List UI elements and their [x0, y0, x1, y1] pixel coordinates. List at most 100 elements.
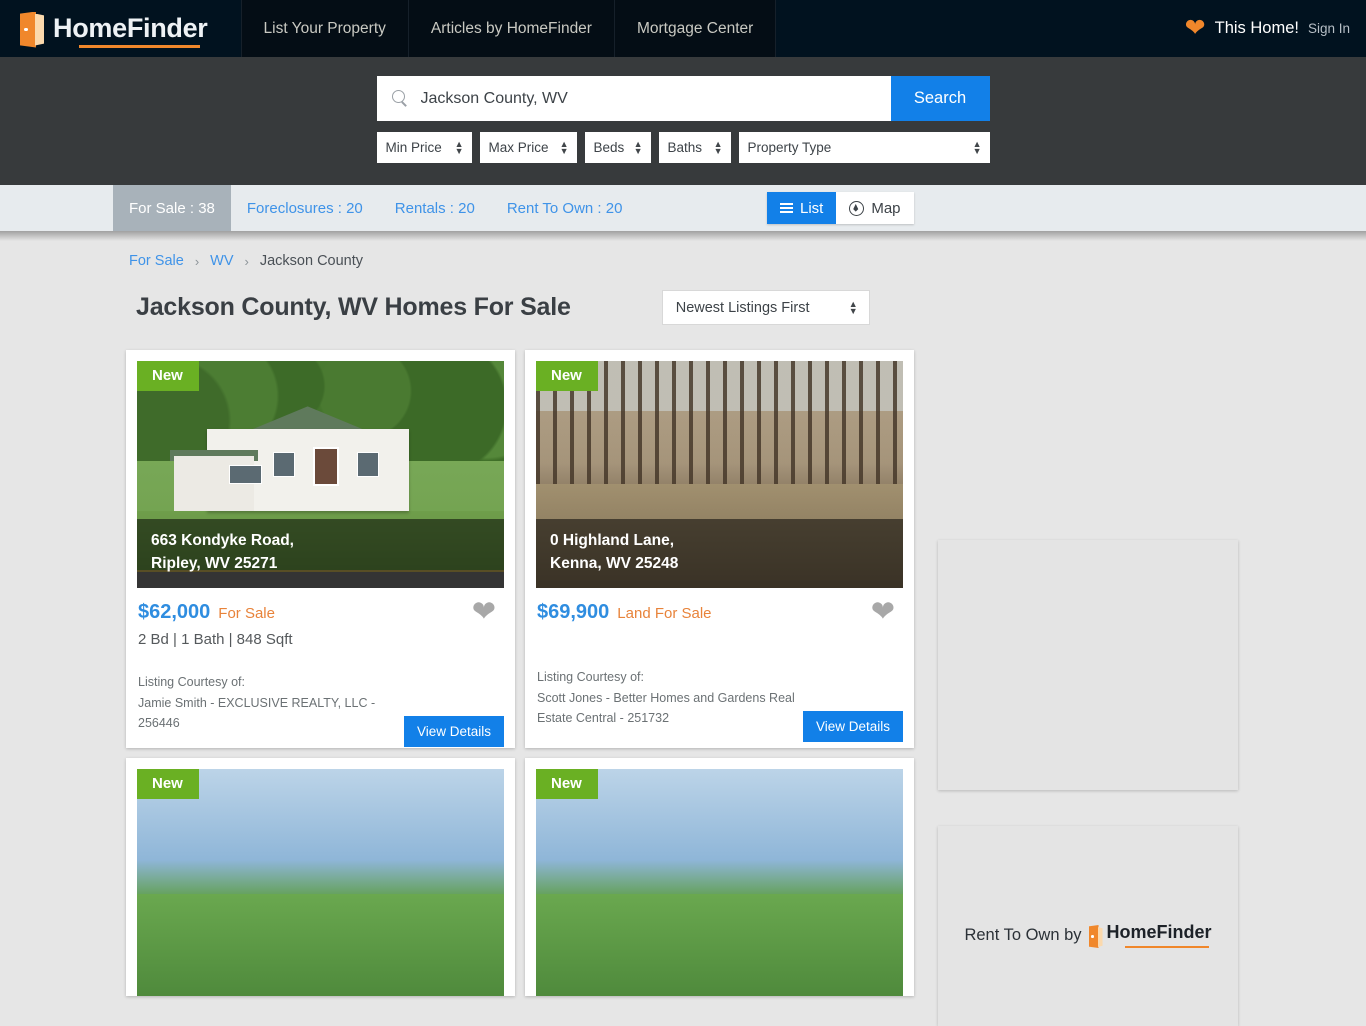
map-view-button[interactable]: Map — [836, 192, 914, 224]
filter-baths[interactable]: Baths ▲ ▼ — [658, 132, 731, 163]
search-row: Search — [376, 76, 990, 121]
main-navigation: List Your Property Articles by HomeFinde… — [240, 0, 777, 57]
listing-address-line1: 663 Kondyke Road, — [151, 532, 294, 550]
filter-max-price[interactable]: Max Price ▲ ▼ — [479, 132, 577, 163]
tab-rent-to-own[interactable]: Rent To Own : 20 — [491, 185, 639, 231]
breadcrumb-item-jackson-county: Jackson County — [259, 253, 364, 269]
property-photo-sky — [536, 768, 903, 996]
listing-specs: 2 Bd | 1 Bath | 848 Sqft — [138, 631, 293, 648]
property-photo-sky — [137, 768, 504, 996]
favorite-heart-icon[interactable]: ❤ — [871, 598, 895, 627]
rent-to-own-brand: HomeFinder — [1106, 922, 1212, 942]
listing-card[interactable]: New 0 Highland Lane, Kenna, WV 25248 $69… — [525, 350, 914, 748]
new-badge: New — [137, 768, 199, 799]
filter-property-type[interactable]: Property Type ▲ ▼ — [738, 132, 990, 163]
brand-underline — [79, 44, 200, 48]
filter-min-price-label: Min Price — [385, 140, 442, 155]
advertisement-placeholder — [938, 540, 1238, 790]
listing-photo[interactable]: New — [137, 768, 504, 996]
filter-min-price[interactable]: Min Price ▲ ▼ — [376, 132, 472, 163]
hamburger-icon — [780, 202, 793, 214]
listing-courtesy: Listing Courtesy of: Scott Jones - Bette… — [537, 667, 809, 729]
listing-photo[interactable]: New 663 Kondyke Road, Ripley, WV 25271 — [137, 361, 504, 588]
door-logo-icon — [20, 10, 44, 48]
listing-price-line: $69,900 Land For Sale — [537, 601, 902, 624]
filter-beds[interactable]: Beds ▲ ▼ — [584, 132, 651, 163]
courtesy-label: Listing Courtesy of: — [138, 675, 245, 689]
breadcrumb: For Sale › WV › Jackson County — [0, 231, 1366, 269]
chevron-updown-icon: ▲ ▼ — [454, 138, 464, 156]
rent-to-own-panel[interactable]: Rent To Own by HomeFinder — [938, 826, 1238, 1026]
rent-to-own-prefix: Rent To Own by — [964, 926, 1082, 944]
listing-card[interactable]: New — [525, 757, 914, 996]
list-view-label: List — [800, 199, 824, 217]
filter-max-price-label: Max Price — [488, 140, 549, 155]
view-details-button[interactable]: View Details — [403, 715, 504, 747]
listing-address: 0 Highland Lane, Kenna, WV 25248 — [536, 519, 903, 588]
brand-name: HomeFinder — [53, 12, 208, 43]
nav-item-mortgage-center[interactable]: Mortgage Center — [614, 0, 777, 57]
filter-beds-label: Beds — [593, 140, 625, 155]
tab-foreclosures[interactable]: Foreclosures : 20 — [231, 185, 379, 231]
listing-card[interactable]: New 663 Kondyke Road, Ripley, WV 25271 $… — [126, 350, 515, 748]
search-icon — [391, 90, 409, 107]
listing-address-line2: Ripley, WV 25271 — [151, 555, 278, 573]
filter-property-type-label: Property Type — [747, 140, 832, 155]
sort-select-value: Newest Listings First — [675, 299, 810, 316]
tab-rentals[interactable]: Rentals : 20 — [379, 185, 491, 231]
listing-type-tabbar: For Sale : 38 Foreclosures : 20 Rentals … — [0, 185, 1366, 241]
listing-price: $62,000 — [138, 601, 211, 623]
listing-price: $69,900 — [537, 601, 610, 623]
listing-address-line1: 0 Highland Lane, — [550, 532, 675, 550]
rent-to-own-logo: HomeFinder — [1088, 922, 1212, 948]
new-badge: New — [137, 361, 199, 391]
listing-address-line2: Kenna, WV 25248 — [550, 555, 679, 573]
listing-body: $69,900 Land For Sale ❤ Listing Courtesy… — [536, 588, 903, 743]
heart-icon: ❤ — [1184, 14, 1206, 42]
new-badge: New — [536, 768, 598, 799]
logo[interactable]: HomeFinder — [20, 10, 208, 48]
listing-type-tabs: For Sale : 38 Foreclosures : 20 Rentals … — [113, 185, 638, 231]
list-view-button[interactable]: List — [767, 192, 837, 224]
new-badge: New — [536, 361, 598, 391]
sort-select[interactable]: Newest Listings First ▲ ▼ — [661, 290, 870, 325]
header-actions: ❤ This Home! Sign In — [1185, 0, 1350, 57]
search-input[interactable] — [418, 76, 891, 121]
listing-grid: New 663 Kondyke Road, Ripley, WV 25271 $… — [126, 350, 915, 996]
courtesy-agent: Scott Jones - Better Homes and Gardens R… — [537, 690, 795, 726]
filter-baths-label: Baths — [667, 140, 703, 155]
listing-status: Land For Sale — [617, 605, 712, 622]
door-logo-icon — [1088, 924, 1103, 948]
favorites-label[interactable]: This Home! — [1215, 19, 1299, 38]
view-toggle: List Map — [767, 192, 914, 224]
tab-for-sale[interactable]: For Sale : 38 — [113, 185, 231, 231]
brand-underline — [1124, 945, 1209, 948]
listing-photo[interactable]: New 0 Highland Lane, Kenna, WV 25248 — [536, 361, 903, 588]
favorite-heart-icon[interactable]: ❤ — [472, 598, 496, 627]
chevron-updown-icon: ▲ ▼ — [559, 138, 569, 156]
compass-icon — [849, 200, 865, 216]
listing-photo[interactable]: New — [536, 768, 903, 996]
page-title: Jackson County, WV Homes For Sale — [136, 293, 571, 321]
chevron-updown-icon: ▲ ▼ — [633, 138, 643, 156]
page-content: For Sale › WV › Jackson County Jackson C… — [0, 231, 1366, 1026]
courtesy-label: Listing Courtesy of: — [537, 670, 644, 684]
map-view-label: Map — [871, 199, 901, 217]
view-details-button[interactable]: View Details — [802, 710, 903, 742]
breadcrumb-separator-icon: › — [244, 253, 249, 269]
search-box[interactable] — [376, 76, 891, 121]
title-row: Jackson County, WV Homes For Sale Newest… — [0, 269, 1366, 325]
sign-in-link[interactable]: Sign In — [1308, 21, 1350, 36]
listing-price-line: $62,000 For Sale — [138, 601, 503, 624]
search-button[interactable]: Search — [890, 76, 990, 121]
nav-item-list-your-property[interactable]: List Your Property — [240, 0, 409, 57]
breadcrumb-item-for-sale[interactable]: For Sale — [129, 253, 184, 269]
site-header: HomeFinder List Your Property Articles b… — [0, 0, 1366, 57]
breadcrumb-item-wv[interactable]: WV — [210, 253, 233, 269]
listing-body: $62,000 For Sale 2 Bd | 1 Bath | 848 Sqf… — [137, 588, 504, 748]
chevron-updown-icon: ▲ ▼ — [972, 138, 982, 156]
nav-item-articles[interactable]: Articles by HomeFinder — [408, 0, 615, 57]
listing-card[interactable]: New — [126, 757, 515, 996]
breadcrumb-separator-icon: › — [194, 253, 200, 269]
listing-courtesy: Listing Courtesy of: Jamie Smith - EXCLU… — [138, 672, 410, 734]
